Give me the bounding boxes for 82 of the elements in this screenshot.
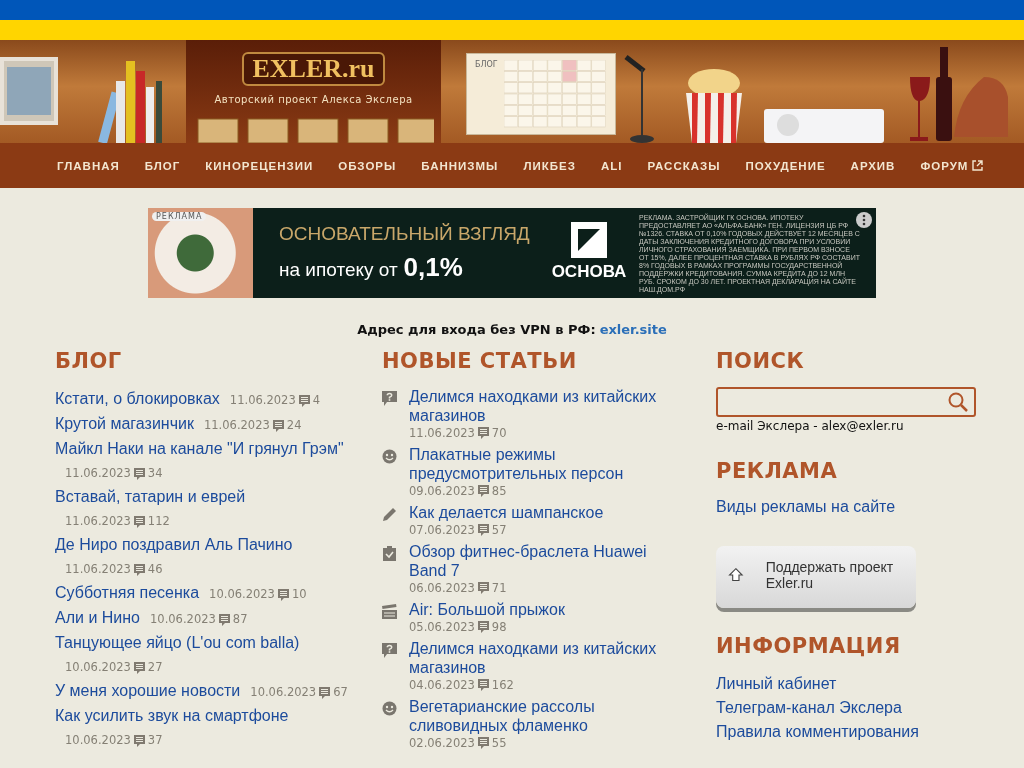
comment-count: 24 [286, 417, 302, 434]
section-heading: РЕКЛАМА [716, 458, 839, 485]
comment-count: 46 [147, 561, 163, 578]
nav-link[interactable]: БЛОГ [144, 159, 181, 172]
post-date: 05.06.2023 [409, 619, 475, 635]
post-link[interactable]: Кстати, о блокировках [55, 390, 220, 407]
vpn-address-link[interactable]: exler.site [599, 322, 667, 337]
comment-count: 27 [147, 659, 163, 676]
comment-count: 71 [491, 580, 507, 596]
comment-count: 67 [333, 684, 348, 701]
site-logo: EXLER.ru [242, 52, 385, 86]
nav-link[interactable]: ГЛАВНАЯ [57, 159, 120, 172]
post-date: 11.06.2023 [65, 561, 131, 578]
article-link[interactable]: Делимся находками из китайских магазинов [409, 387, 662, 425]
info-link[interactable]: Телеграм-канал Экслера [716, 696, 996, 720]
post-link[interactable]: Танцующее яйцо (L'ou com balla) [55, 634, 300, 651]
info-link[interactable]: Личный кабинет [716, 672, 996, 696]
ad-rate: 0,1% [403, 252, 463, 283]
section-heading: ПОИСК [716, 348, 806, 375]
section-heading: БЛОГ [55, 348, 123, 375]
article-link[interactable]: Air: Большой прыжок [409, 600, 565, 619]
post-link[interactable]: У меня хорошие новости [55, 682, 241, 699]
post-date: 11.06.2023 [65, 465, 131, 482]
post-link[interactable]: Майкл Наки на канале "И грянул Грэм" [55, 440, 344, 457]
post-link[interactable]: Де Ниро поздравил Аль Пачино [55, 536, 293, 553]
post-date: 10.06.2023 [65, 732, 131, 749]
comment-count: 55 [491, 735, 507, 751]
post-date: 07.06.2023 [409, 522, 475, 538]
post-date: 10.06.2023 [209, 586, 275, 603]
nav-link[interactable]: КИНОРЕЦЕНЗИИ [205, 159, 314, 172]
post-date: 11.06.2023 [65, 513, 131, 530]
post-date: 10.06.2023 [150, 611, 216, 628]
ads-info-link[interactable]: Виды рекламы на сайте [716, 498, 896, 515]
nav-link[interactable]: РАССКАЗЫ [647, 159, 721, 172]
nav-link[interactable]: ПОХУДЕНИЕ [745, 159, 826, 172]
section-heading: ИНФОРМАЦИЯ [716, 633, 902, 660]
post-link[interactable]: Вставай, татарин и еврей [55, 488, 246, 505]
post-date: 04.06.2023 [409, 677, 475, 693]
nav-link[interactable]: БАННИЗМЫ [421, 159, 499, 172]
nav-link[interactable]: ЛИКБЕЗ [523, 159, 576, 172]
nav-link[interactable]: ФОРУМ [920, 159, 984, 172]
article-link[interactable]: Как делается шампанское [409, 503, 604, 522]
article-link[interactable]: Плакатные режимы предусмотрительных персон [409, 445, 662, 483]
nav-link[interactable]: АРХИВ [850, 159, 896, 172]
ad-brand-name: ОСНОВА [551, 262, 627, 282]
nav-link[interactable]: ОБЗОРЫ [338, 159, 397, 172]
section-heading: НОВЫЕ СТАТЬИ [382, 348, 578, 375]
comment-count: 70 [491, 425, 507, 441]
site-tagline: Авторский проект Алекса Экслера [214, 94, 413, 105]
post-date: 11.06.2023 [203, 417, 270, 434]
post-date: 09.06.2023 [409, 483, 475, 499]
info-link[interactable]: Правила комментирования [716, 720, 996, 744]
post-link[interactable]: Крутой магазинчик [55, 415, 194, 432]
comment-count: 87 [232, 611, 248, 628]
comment-count: 162 [491, 677, 514, 693]
comment-count: 34 [147, 465, 163, 482]
vpn-label: Адрес для входа без VPN в РФ: [357, 322, 596, 337]
post-link[interactable]: Субботняя песенка [55, 584, 200, 601]
nav-link[interactable]: ALI [600, 159, 623, 172]
email-note: e-mail Экслера - alex@exler.ru [716, 419, 905, 433]
post-date: 02.06.2023 [409, 735, 475, 751]
post-date: 06.06.2023 [409, 580, 475, 596]
post-date: 11.06.2023 [229, 392, 296, 409]
ad-headline: ОСНОВАТЕЛЬНЫЙ ВЗГЛЯД [279, 222, 531, 246]
article-link[interactable]: Вегетарианские рассолы сливовидных фламенко [409, 697, 662, 735]
ad-subline: на ипотеку от [279, 259, 398, 281]
calendar-label: БЛОГ [475, 60, 498, 71]
post-date: 10.06.2023 [65, 659, 131, 676]
comment-count: 57 [491, 522, 507, 538]
comment-count: 10 [291, 586, 307, 603]
comment-count: 98 [491, 619, 507, 635]
article-link[interactable]: Делимся находками из китайских магазинов [409, 639, 662, 677]
comment-count: 4 [312, 392, 321, 409]
comment-count: 112 [147, 513, 170, 530]
comment-count: 37 [147, 732, 163, 749]
post-link[interactable]: Али и Нино [55, 609, 140, 626]
comment-count: 85 [491, 483, 507, 499]
article-link[interactable]: Обзор фитнес-браслета Huawei Band 7 [409, 542, 662, 580]
post-link[interactable]: Как усилить звук на смартфоне [55, 707, 289, 724]
ad-badge: РЕКЛАМА [152, 212, 207, 221]
post-date: 10.06.2023 [250, 684, 317, 701]
post-date: 11.06.2023 [409, 425, 475, 441]
